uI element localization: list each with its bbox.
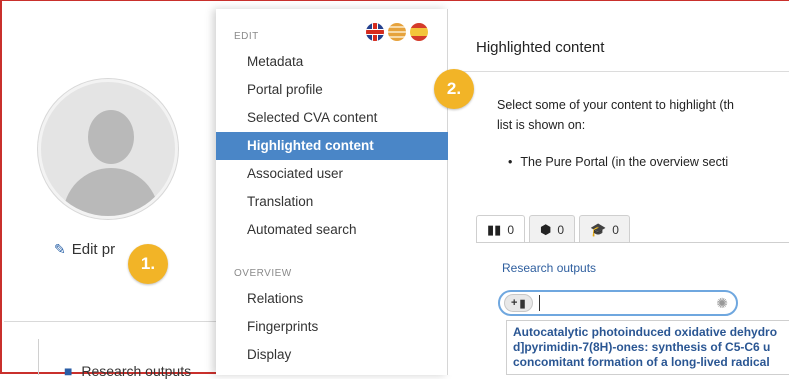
- tab-count: 0: [507, 222, 514, 237]
- book-icon: ▮: [519, 297, 526, 310]
- tab-activities[interactable]: 🎓 0: [579, 215, 630, 243]
- avatar: [38, 79, 178, 219]
- tab-datasets[interactable]: ⬢ 0: [529, 215, 576, 243]
- background-vertical-line: [38, 339, 39, 375]
- panel-bullet-text: The Pure Portal (in the overview secti: [520, 155, 729, 169]
- content-type-tabs: ▮▮ 0 ⬢ 0 🎓 0: [476, 215, 630, 243]
- menu-heading-edit: EDIT: [234, 31, 259, 42]
- panel-description-line-1: Select some of your content to highlight…: [497, 98, 734, 112]
- menu-item-highlighted-content[interactable]: Highlighted content: [216, 132, 448, 160]
- panel-description: Select some of your content to highlight…: [497, 95, 789, 135]
- section-label-research-outputs: Research outputs: [502, 261, 597, 275]
- panel-bullet-item: • The Pure Portal (in the overview secti: [508, 155, 728, 169]
- menu-item-translation[interactable]: Translation: [216, 188, 448, 216]
- graduation-cap-icon: 🎓: [590, 221, 607, 237]
- tab-research-outputs[interactable]: ▮▮ 0: [476, 215, 525, 243]
- menu-item-selected-cva-content[interactable]: Selected CVA content: [216, 104, 448, 132]
- background-research-outputs[interactable]: ■ Research outputs: [64, 363, 191, 379]
- highlighted-content-panel: Highlighted content Select some of your …: [448, 9, 789, 375]
- loading-spinner-icon: ✺: [716, 295, 728, 311]
- page-frame: ✎ Edit pr ■ Research outputs EDIT Metada…: [0, 0, 789, 379]
- result-line[interactable]: Autocatalytic photoinduced oxidative deh…: [513, 325, 789, 340]
- tab-count: 0: [612, 222, 619, 237]
- background-research-outputs-label: Research outputs: [81, 363, 192, 379]
- avatar-body: [63, 168, 159, 216]
- tabs-divider: [476, 242, 789, 243]
- research-outputs-search-input[interactable]: + ▮ ✺: [498, 290, 738, 316]
- panel-description-line-2: list is shown on:: [497, 118, 586, 132]
- menu-item-display[interactable]: Display: [216, 341, 448, 369]
- edit-profile-link[interactable]: ✎ Edit pr: [54, 241, 115, 258]
- search-results-dropdown: Autocatalytic photoinduced oxidative deh…: [506, 320, 789, 375]
- striped-flag-icon[interactable]: [388, 23, 406, 41]
- menu-item-metadata[interactable]: Metadata: [216, 48, 448, 76]
- add-label: +: [511, 297, 518, 309]
- step-badge-1: 1.: [128, 244, 168, 284]
- cube-icon: ⬢: [540, 221, 552, 237]
- menu-item-fingerprints[interactable]: Fingerprints: [216, 313, 448, 341]
- book-icon: ■: [64, 363, 73, 379]
- add-research-output-button[interactable]: + ▮: [504, 294, 533, 312]
- tab-count: 0: [557, 222, 565, 237]
- background-divider: [4, 321, 216, 322]
- spain-flag-icon[interactable]: [410, 23, 428, 41]
- edit-menu: EDIT Metadata Portal profile Selected CV…: [216, 9, 448, 375]
- uk-flag-icon[interactable]: [366, 23, 384, 41]
- result-line[interactable]: d]pyrimidin-7(8H)-ones: synthesis of C5-…: [513, 340, 789, 355]
- panel-title-divider: [462, 71, 789, 72]
- menu-item-portal-profile[interactable]: Portal profile: [216, 76, 448, 104]
- language-flags: [366, 23, 428, 41]
- menu-item-automated-search[interactable]: Automated search: [216, 216, 448, 244]
- panel-title: Highlighted content: [476, 39, 605, 56]
- step-badge-2: 2.: [434, 69, 474, 109]
- bullet-dot-icon: •: [508, 155, 513, 169]
- avatar-head: [88, 110, 134, 164]
- book-icon: ▮▮: [487, 221, 502, 237]
- menu-item-associated-user[interactable]: Associated user: [216, 160, 448, 188]
- text-caret: [538, 295, 540, 311]
- result-line[interactable]: concomitant formation of a long-lived ra…: [513, 355, 789, 370]
- pencil-icon: ✎: [54, 241, 66, 257]
- edit-profile-label: Edit pr: [71, 241, 116, 258]
- menu-heading-overview: OVERVIEW: [234, 268, 292, 279]
- menu-item-relations[interactable]: Relations: [216, 285, 448, 313]
